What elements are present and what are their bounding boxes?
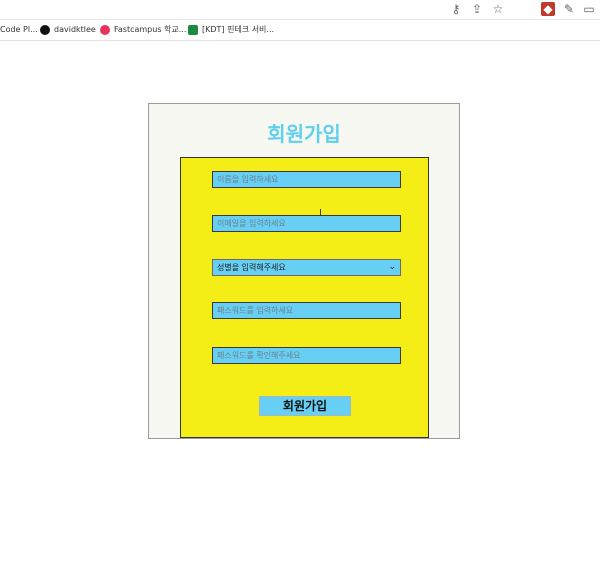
bookmark-label: Fastcampus 학교...: [114, 25, 187, 34]
bookmark-davidktlee[interactable]: davidktlee: [40, 23, 96, 37]
signup-button[interactable]: 회원가입: [259, 396, 351, 416]
bookmark-codepl[interactable]: Code Pl...: [0, 23, 38, 37]
signup-panel: 회원가입 이름을 입력하세요 이메일을 입력하세요 성별을 입력해주세요 ⌄ 패…: [148, 103, 460, 439]
browser-toolbar: ⚷ ⇪ ☆ ◆ ✎ ▭: [0, 0, 600, 20]
bookmark-label: [KDT] 핀테크 서비...: [202, 25, 275, 34]
text-cursor-icon: I: [319, 208, 322, 219]
password-placeholder: 패스워드를 입력하세요: [217, 306, 294, 315]
name-input[interactable]: 이름을 입력하세요: [212, 171, 401, 188]
extension-icon[interactable]: ◆: [541, 2, 555, 16]
name-placeholder: 이름을 입력하세요: [217, 175, 279, 184]
key-icon[interactable]: ⚷: [449, 2, 463, 16]
sheets-icon: [188, 24, 198, 35]
password-input[interactable]: 패스워드를 입력하세요: [212, 302, 401, 319]
password-confirm-input[interactable]: 패스워드를 확인해주세요: [212, 347, 401, 364]
gender-selected-value: 성별을 입력해주세요: [217, 263, 286, 272]
email-input[interactable]: 이메일을 입력하세요: [212, 215, 401, 232]
window-icon[interactable]: ▭: [582, 2, 596, 16]
password-confirm-placeholder: 패스워드를 확인해주세요: [217, 351, 301, 360]
share-icon[interactable]: ⇪: [470, 2, 484, 16]
gender-select[interactable]: 성별을 입력해주세요 ⌄: [212, 259, 401, 276]
bookmark-label: Code Pl...: [0, 25, 38, 34]
star-icon[interactable]: ☆: [491, 2, 505, 16]
bookmark-label: davidktlee: [54, 25, 96, 34]
bookmark-kdt[interactable]: [KDT] 핀테크 서비...: [188, 23, 274, 37]
page-title: 회원가입: [267, 122, 341, 146]
signup-form: 이름을 입력하세요 이메일을 입력하세요 성별을 입력해주세요 ⌄ 패스워드를 …: [180, 157, 429, 438]
chevron-down-icon: ⌄: [388, 262, 396, 272]
bookmarks-bar: Code Pl... davidktlee Fastcampus 학교... […: [0, 20, 600, 41]
email-placeholder: 이메일을 입력하세요: [217, 219, 286, 228]
github-icon: [40, 24, 50, 35]
eyedropper-icon[interactable]: ✎: [562, 2, 576, 16]
dribbble-icon: [100, 24, 110, 35]
bookmark-fastcampus[interactable]: Fastcampus 학교...: [100, 23, 186, 37]
